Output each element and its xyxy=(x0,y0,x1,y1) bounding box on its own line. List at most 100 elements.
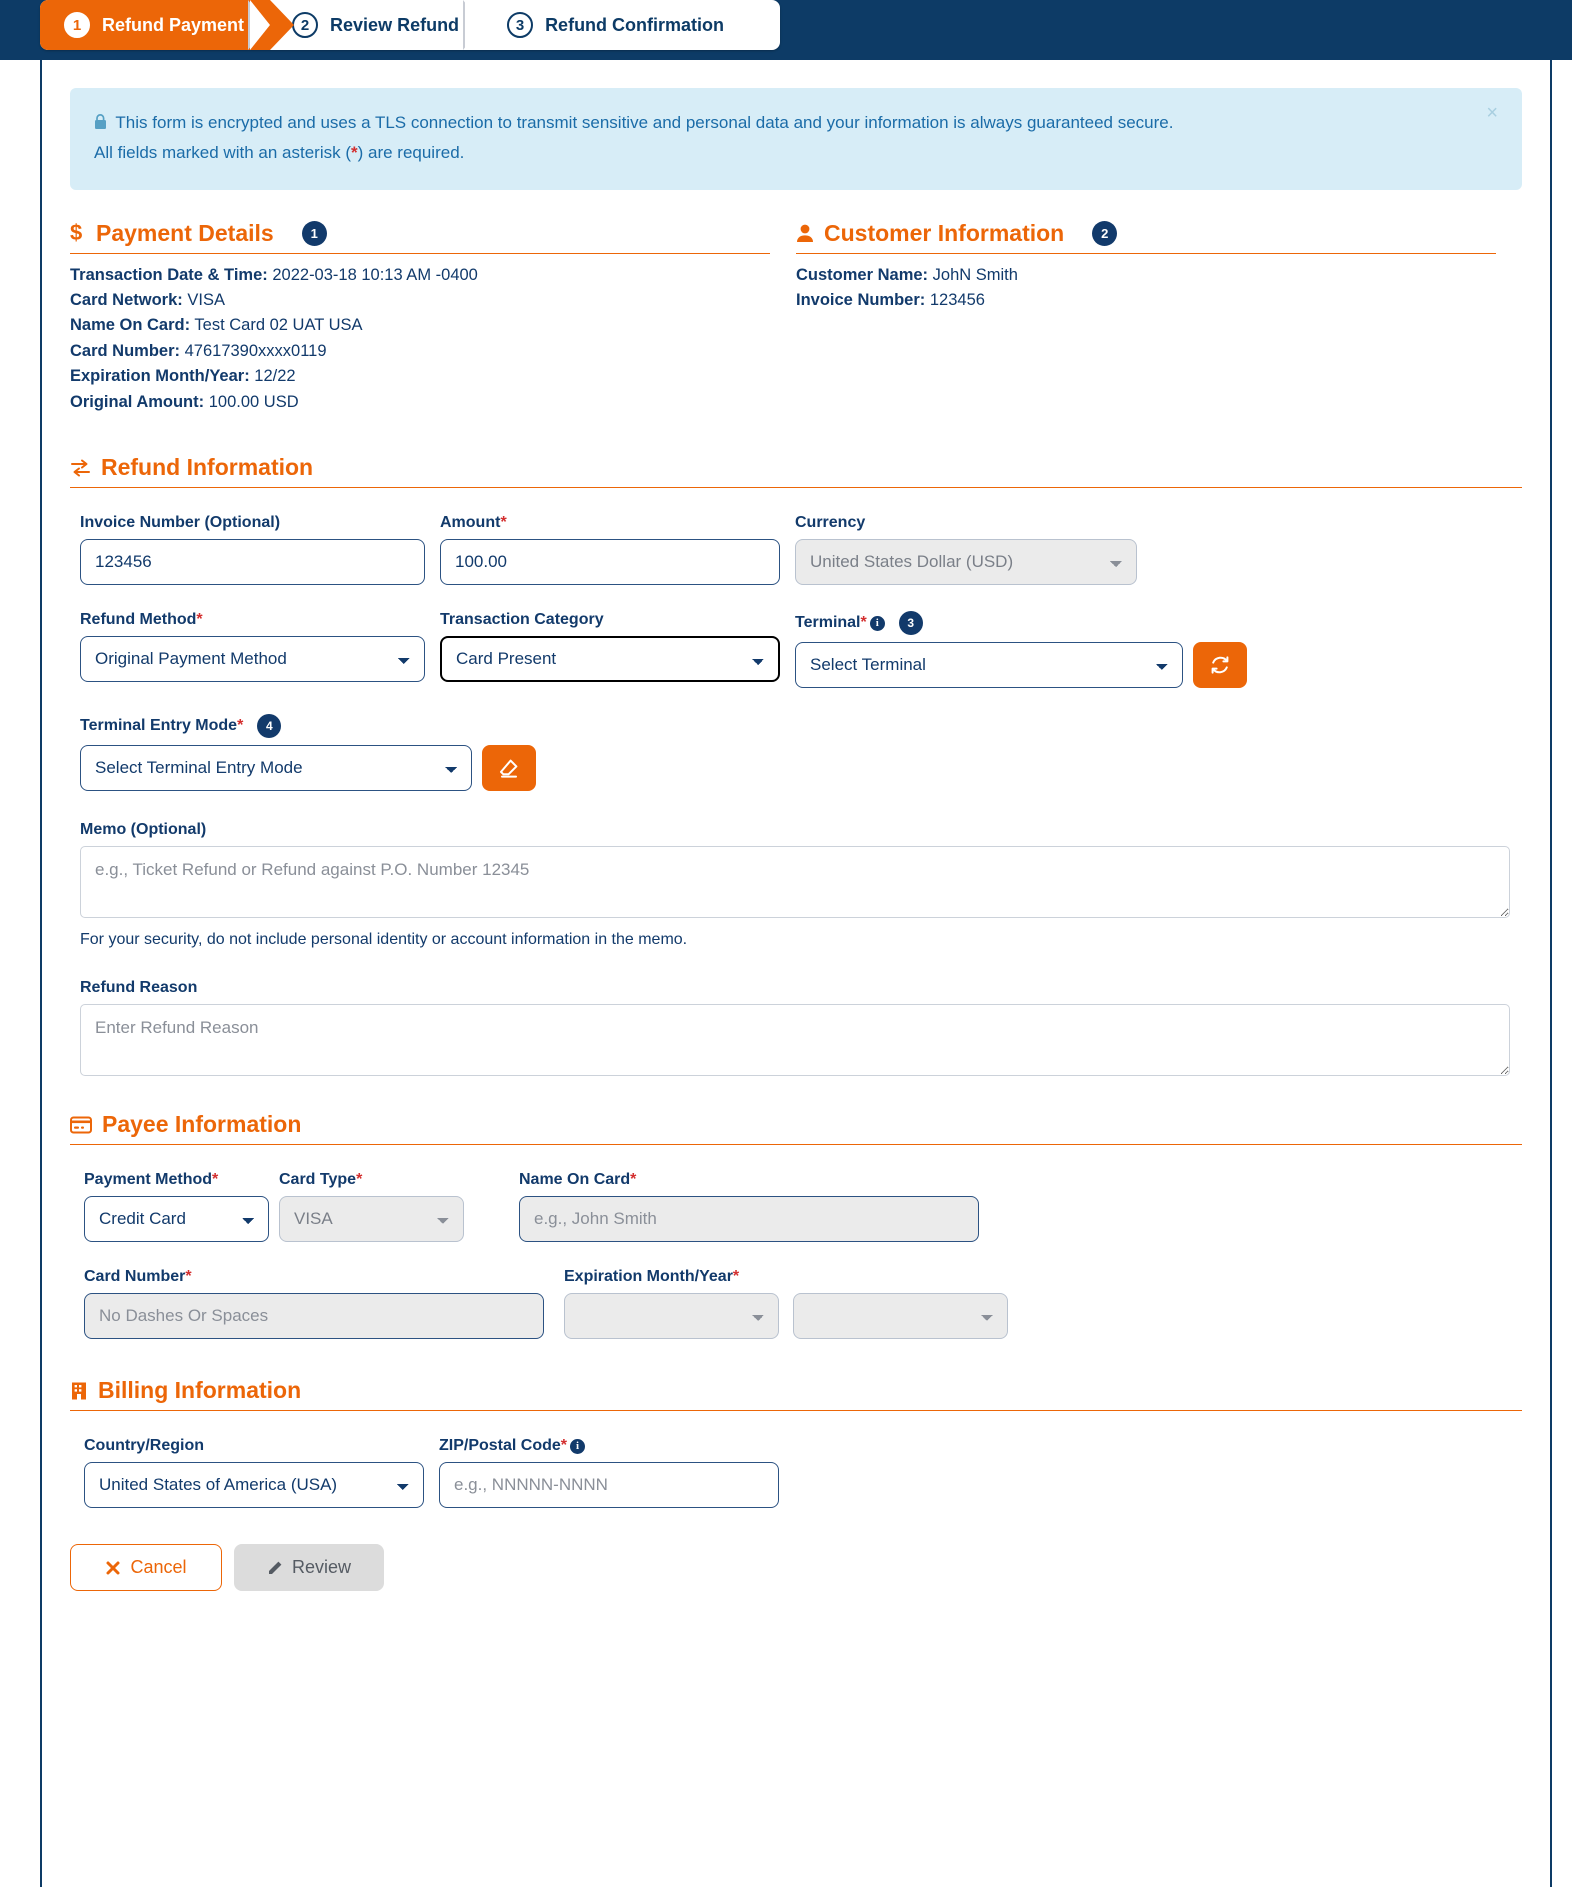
terminal-select[interactable]: Select Terminal xyxy=(795,642,1183,689)
country-region-select[interactable]: United States of America (USA) xyxy=(84,1462,424,1509)
zip-postal-code-input[interactable] xyxy=(439,1462,779,1509)
wizard-step-review-refund[interactable]: 2 Review Refund xyxy=(248,0,485,50)
user-icon xyxy=(796,223,814,243)
detail-value: 100.00 USD xyxy=(208,392,299,411)
detail-row: Invoice Number: 123456 xyxy=(796,289,1496,312)
currency-value: United States Dollar (USD) xyxy=(810,552,1014,572)
wizard-step-number: 3 xyxy=(507,12,534,38)
invoice-number-field: Invoice Number (Optional) xyxy=(80,514,440,586)
terminal-label-text: Terminal xyxy=(795,614,861,632)
card-type-label: Card Type * xyxy=(279,1171,519,1189)
required-asterisk: * xyxy=(196,611,203,629)
amount-field: Amount * xyxy=(440,514,795,586)
review-button-label: Review xyxy=(291,1557,352,1578)
close-icon[interactable]: × xyxy=(1480,102,1504,124)
country-region-label: Country/Region xyxy=(84,1437,204,1455)
currency-label: Currency xyxy=(795,514,866,532)
terminal-value: Select Terminal xyxy=(810,655,926,675)
eraser-icon xyxy=(498,757,520,779)
detail-value: 2022-03-18 10:13 AM -0400 xyxy=(272,265,478,284)
memo-textarea[interactable] xyxy=(80,846,1510,919)
info-icon[interactable]: i xyxy=(869,615,885,631)
payment-method-value: Credit Card xyxy=(99,1209,186,1229)
detail-row: Card Number: 47617390xxxx0119 xyxy=(70,340,770,363)
refresh-terminals-button[interactable] xyxy=(1193,642,1247,689)
payment-method-label: Payment Method * xyxy=(84,1171,279,1189)
divider xyxy=(70,1410,1522,1412)
terminal-label: Terminal * i 3 xyxy=(795,611,1247,636)
currency-field: Currency United States Dollar (USD) xyxy=(795,514,1145,586)
detail-label: Customer Name: xyxy=(796,265,929,284)
alert-text-2-after: ) are required. xyxy=(357,142,465,162)
pencil-icon xyxy=(267,1560,283,1576)
summary-grid: $ Payment Details 1 Transaction Date & T… xyxy=(70,220,1522,417)
memo-label: Memo (Optional) xyxy=(80,821,207,839)
refund-reason-field: Refund Reason xyxy=(80,979,1522,1081)
card-number-input xyxy=(84,1293,544,1340)
billing-information-section: Billing Information Country/Region Unite… xyxy=(70,1377,1522,1509)
payee-row-2: Card Number* Expiration Month/Year* xyxy=(84,1268,1522,1340)
name-on-card-input xyxy=(519,1196,979,1243)
detail-value: VISA xyxy=(187,290,225,309)
payment-details-badge: 1 xyxy=(301,220,327,246)
action-buttons: Cancel Review xyxy=(70,1544,1522,1597)
customer-information-section: Customer Information 2 Customer Name: Jo… xyxy=(796,220,1522,417)
card-type-field: Card Type * VISA xyxy=(279,1171,519,1243)
wizard-step-number: 2 xyxy=(292,12,319,38)
info-icon[interactable]: i xyxy=(570,1438,586,1454)
amount-label: Amount * xyxy=(440,514,795,532)
review-button[interactable]: Review xyxy=(234,1544,384,1592)
wizard-step-refund-confirmation[interactable]: 3 Refund Confirmation xyxy=(463,0,750,50)
country-region-value: United States of America (USA) xyxy=(99,1475,338,1495)
payee-information-header: Payee Information xyxy=(70,1111,1522,1144)
wizard-step-label: Refund Payment xyxy=(102,14,245,35)
refund-reason-textarea[interactable] xyxy=(80,1004,1510,1077)
card-type-select: VISA xyxy=(279,1196,464,1243)
x-icon xyxy=(105,1560,121,1576)
transaction-category-select[interactable]: Card Present xyxy=(440,636,780,683)
payment-method-select[interactable]: Credit Card xyxy=(84,1196,269,1243)
zip-postal-code-label-text: ZIP/Postal Code xyxy=(439,1437,561,1455)
amount-input[interactable] xyxy=(440,539,780,586)
terminal-field: Terminal * i 3 Select Terminal xyxy=(795,611,1247,689)
detail-label: Card Network: xyxy=(70,290,183,309)
terminal-entry-mode-field: Terminal Entry Mode * 4 Select Terminal E… xyxy=(80,714,536,792)
payee-information-title: Payee Information xyxy=(102,1111,302,1138)
card-type-value: VISA xyxy=(294,1209,333,1229)
refund-method-select[interactable]: Original Payment Method xyxy=(80,636,425,683)
required-asterisk: * xyxy=(350,142,358,162)
currency-select: United States Dollar (USD) xyxy=(795,539,1137,586)
required-asterisk: * xyxy=(732,1268,740,1286)
page-container: × This form is encrypted and uses a TLS … xyxy=(40,60,1552,1887)
terminal-entry-mode-select[interactable]: Select Terminal Entry Mode xyxy=(80,745,472,792)
refund-method-field: Refund Method * Original Payment Method xyxy=(80,611,440,688)
divider xyxy=(70,252,770,254)
transaction-category-field: Transaction Category Card Present xyxy=(440,611,795,688)
country-region-field: Country/Region United States of America … xyxy=(84,1437,439,1509)
wizard-steps: 1 Refund Payment 2 Review Refund 3 Refun… xyxy=(40,0,780,50)
refund-information-header: Refund Information xyxy=(70,454,1522,487)
divider xyxy=(796,252,1496,254)
refund-reason-label: Refund Reason xyxy=(80,979,198,997)
transaction-category-label: Transaction Category xyxy=(440,611,604,629)
cancel-button[interactable]: Cancel xyxy=(70,1544,222,1592)
alert-line-1: This form is encrypted and uses a TLS co… xyxy=(94,108,1476,138)
detail-label: Expiration Month/Year: xyxy=(70,367,250,386)
required-asterisk: * xyxy=(356,1171,363,1189)
invoice-number-input[interactable] xyxy=(80,539,425,586)
payment-details-list: Transaction Date & Time: 2022-03-18 10:1… xyxy=(70,264,770,415)
card-number-label: Card Number * xyxy=(84,1268,564,1286)
transaction-category-value: Card Present xyxy=(456,649,557,669)
payment-method-label-text: Payment Method xyxy=(84,1171,213,1189)
detail-value: 123456 xyxy=(929,290,985,309)
clear-terminal-entry-mode-button[interactable] xyxy=(482,745,536,792)
terminal-badge: 3 xyxy=(898,611,923,636)
refresh-icon xyxy=(1209,654,1231,676)
wizard-step-label: Review Refund xyxy=(330,14,460,35)
wizard-step-refund-payment[interactable]: 1 Refund Payment xyxy=(40,0,295,50)
alert-text-2-before: All fields marked with an asterisk ( xyxy=(94,142,351,162)
security-alert: × This form is encrypted and uses a TLS … xyxy=(70,88,1522,190)
refund-method-value: Original Payment Method xyxy=(95,649,287,669)
payment-method-field: Payment Method * Credit Card xyxy=(84,1171,279,1243)
required-asterisk: * xyxy=(185,1268,192,1286)
